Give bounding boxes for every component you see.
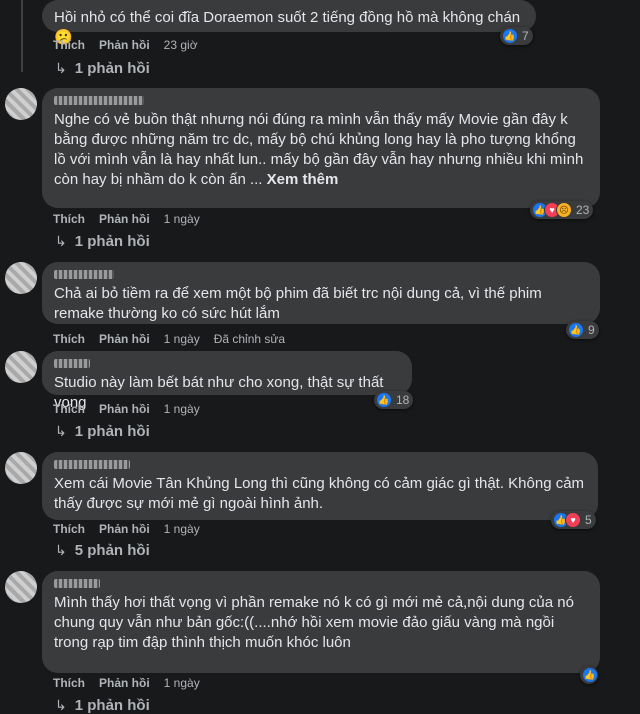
view-replies-link[interactable]: ↳ 1 phản hồi (55, 233, 150, 250)
like-button[interactable]: Thích (53, 212, 85, 226)
like-button[interactable]: Thích (53, 402, 85, 416)
reply-arrow-icon: ↳ (55, 697, 67, 713)
see-more-link[interactable]: Xem thêm (267, 171, 339, 188)
reply-button[interactable]: Phản hồi (99, 38, 150, 52)
comment-timestamp[interactable]: 23 giờ (164, 38, 198, 52)
comment-bubble: Hồi nhỏ có thể coi đĩa Doraemon suốt 2 t… (42, 0, 536, 46)
view-replies-link[interactable]: ↳ 5 phản hồi (55, 542, 150, 559)
reply-arrow-icon: ↳ (55, 233, 67, 249)
avatar[interactable] (5, 262, 37, 294)
author-name[interactable] (54, 270, 114, 279)
comment-timestamp[interactable]: 1 ngày (164, 676, 200, 690)
reply-button[interactable]: Phản hồi (99, 402, 150, 416)
sad-reaction-icon: ☹ (556, 202, 572, 218)
like-button[interactable]: Thích (53, 38, 85, 52)
reaction-summary[interactable]: 👍 ♥ ☹ 23 (530, 201, 594, 219)
like-reaction-icon: 👍 (582, 667, 598, 683)
like-reaction-icon: 👍 (376, 392, 392, 408)
reaction-summary[interactable]: 👍 18 (374, 391, 414, 409)
comment-meta: Thích Phản hồi 1 ngày (53, 522, 200, 536)
replies-label: 1 phản hồi (74, 423, 150, 440)
comment-bubble: Studio này làm bết bát như cho xong, thậ… (42, 351, 412, 411)
view-replies-link[interactable]: ↳ 1 phản hồi (55, 60, 150, 77)
like-reaction-icon: 👍 (568, 322, 584, 338)
author-name[interactable] (54, 96, 144, 105)
thread-line (21, 0, 23, 72)
comment-meta: Thích Phản hồi 1 ngày (53, 402, 200, 416)
comment-text: Chả ai bỏ tiềm ra để xem một bộ phim đã … (54, 285, 542, 322)
like-reaction-icon: 👍 (502, 28, 518, 44)
avatar[interactable] (5, 351, 37, 383)
like-button[interactable]: Thích (53, 522, 85, 536)
comment-bubble: Mình thấy hơi thất vọng vì phần remake n… (42, 571, 600, 673)
replies-label: 1 phản hồi (74, 60, 150, 77)
comment-timestamp[interactable]: 1 ngày (164, 332, 200, 346)
comment-meta: Thích Phản hồi 1 ngày (53, 676, 200, 690)
author-name[interactable] (54, 579, 100, 588)
comment-bubble: Chả ai bỏ tiềm ra để xem một bộ phim đã … (42, 262, 600, 324)
replies-label: 1 phản hồi (74, 233, 150, 250)
view-replies-link[interactable]: ↳ 1 phản hồi (55, 423, 150, 440)
replies-label: 1 phản hồi (74, 697, 150, 714)
edited-label: Đã chỉnh sửa (213, 332, 286, 346)
reply-button[interactable]: Phản hồi (99, 676, 150, 690)
comment-bubble: Nghe có vẻ buồn thật nhưng nói đúng ra m… (42, 88, 600, 208)
avatar[interactable] (5, 452, 37, 484)
reaction-summary[interactable]: 👍 9 (566, 321, 599, 339)
reply-arrow-icon: ↳ (55, 423, 67, 439)
reply-button[interactable]: Phản hồi (99, 212, 150, 226)
reaction-count: 23 (576, 203, 590, 217)
reply-button[interactable]: Phản hồi (99, 332, 150, 346)
comment-timestamp[interactable]: 1 ngày (164, 522, 200, 536)
avatar[interactable] (5, 88, 37, 120)
reaction-summary[interactable]: 👍 ♥ 5 (551, 511, 596, 529)
comment-text: Xem cái Movie Tân Khủng Long thì cũng kh… (54, 475, 585, 512)
reaction-summary[interactable]: 👍 (580, 666, 598, 684)
author-name[interactable] (54, 359, 90, 368)
scrollbar[interactable] (634, 0, 640, 708)
reaction-count: 7 (522, 29, 529, 43)
reply-arrow-icon: ↳ (55, 60, 67, 76)
comment-timestamp[interactable]: 1 ngày (164, 212, 200, 226)
avatar[interactable] (5, 571, 37, 603)
comment-meta: Thích Phản hồi 1 ngày (53, 212, 200, 226)
reply-button[interactable]: Phản hồi (99, 522, 150, 536)
author-name[interactable] (54, 460, 130, 469)
like-button[interactable]: Thích (53, 676, 85, 690)
reaction-count: 5 (585, 513, 592, 527)
reaction-count: 18 (396, 393, 410, 407)
comment-meta: Thích Phản hồi 1 ngày Đã chỉnh sửa (53, 332, 285, 346)
love-reaction-icon: ♥ (565, 512, 581, 528)
like-button[interactable]: Thích (53, 332, 85, 346)
view-replies-link[interactable]: ↳ 1 phản hồi (55, 697, 150, 714)
comment-text: Nghe có vẻ buồn thật nhưng nói đúng ra m… (54, 111, 583, 188)
comment-timestamp[interactable]: 1 ngày (164, 402, 200, 416)
comment-text: Mình thấy hơi thất vọng vì phần remake n… (54, 594, 574, 651)
reaction-count: 9 (588, 323, 595, 337)
reaction-summary[interactable]: 👍 7 (500, 27, 533, 45)
comment-bubble: Xem cái Movie Tân Khủng Long thì cũng kh… (42, 452, 598, 520)
reply-arrow-icon: ↳ (55, 542, 67, 558)
comment-meta: Thích Phản hồi 23 giờ (53, 38, 198, 52)
replies-label: 5 phản hồi (74, 542, 150, 559)
